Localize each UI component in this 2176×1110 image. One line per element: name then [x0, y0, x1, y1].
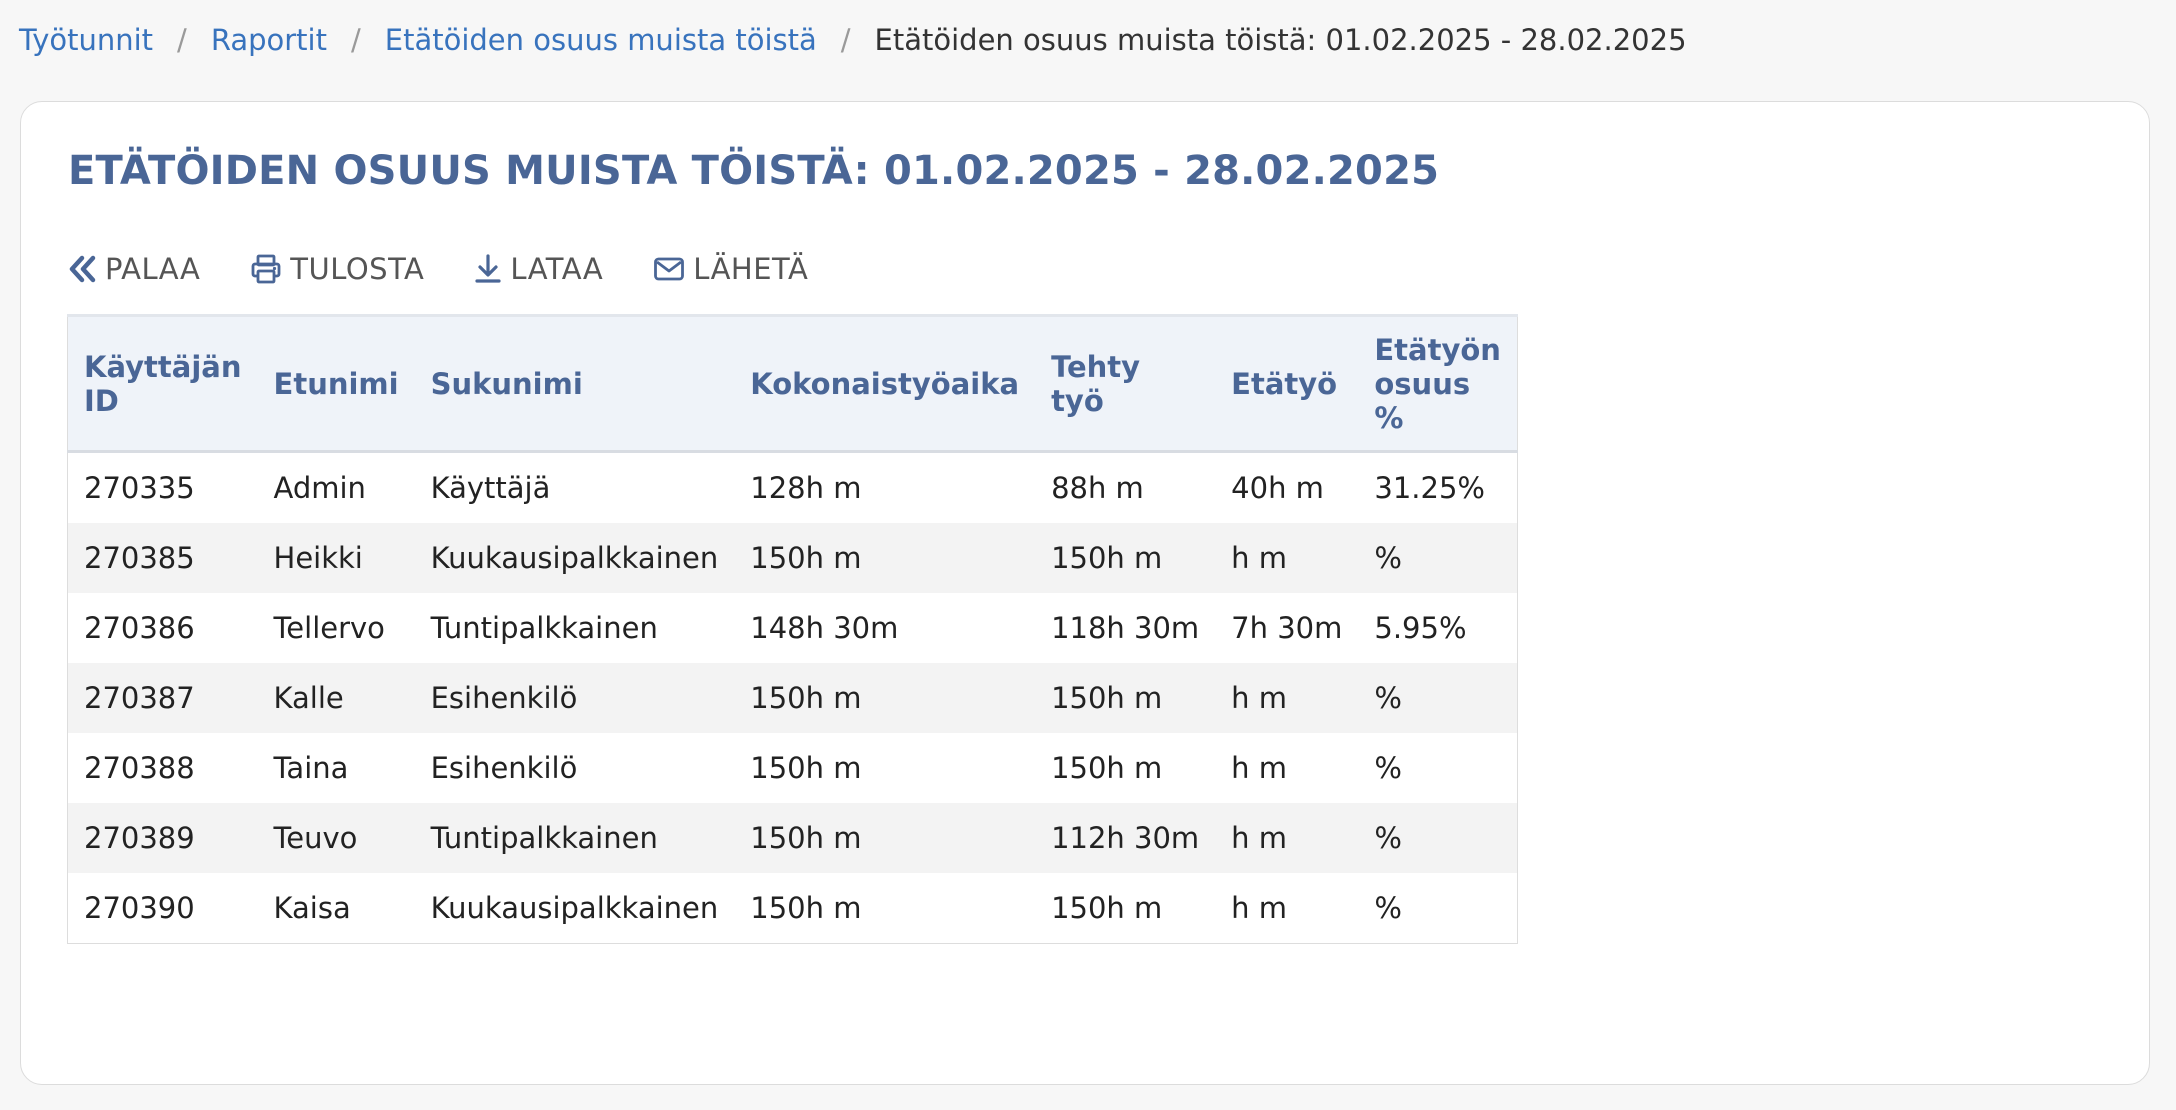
cell-first-name: Teuvo	[273, 821, 358, 855]
column-header-remote-work[interactable]: Etätyö	[1215, 314, 1359, 453]
column-header-last-name[interactable]: Sukunimi	[414, 314, 735, 453]
download-icon	[474, 253, 502, 285]
double-chevron-left-icon	[67, 254, 97, 284]
cell-work-done: 150h m	[1051, 681, 1163, 715]
cell-remote-share: %	[1374, 821, 1402, 855]
download-button-label: LATAA	[510, 252, 604, 286]
column-header-first-name[interactable]: Etunimi	[257, 314, 415, 453]
column-header-remote-share[interactable]: Etätyön osuus %	[1358, 314, 1518, 453]
cell-work-done: 88h m	[1051, 471, 1144, 505]
table-row: 270388 Taina Esihenkilö 150h m 150h m h …	[67, 733, 1518, 803]
cell-total-hours: 150h m	[750, 751, 862, 785]
breadcrumb: Työtunnit / Raportit / Etätöiden osuus m…	[19, 18, 1687, 62]
breadcrumb-separator: /	[840, 23, 851, 57]
cell-last-name: Kuukausipalkkainen	[430, 541, 719, 575]
cell-remote-share: 31.25%	[1374, 471, 1485, 505]
download-button[interactable]: LATAA	[474, 252, 603, 286]
breadcrumb-link-tyotunnit[interactable]: Työtunnit	[19, 23, 153, 57]
column-header-user-id[interactable]: Käyttäjän ID	[67, 314, 258, 453]
cell-remote-work: 40h m	[1231, 471, 1324, 505]
cell-remote-work: 7h 30m	[1231, 611, 1343, 645]
send-button[interactable]: LÄHETÄ	[653, 252, 808, 286]
cell-work-done: 112h 30m	[1051, 821, 1200, 855]
cell-remote-work: h m	[1231, 541, 1288, 575]
breadcrumb-separator: /	[177, 23, 187, 57]
cell-user-id: 270335	[84, 471, 195, 505]
cell-user-id: 270389	[84, 821, 195, 855]
back-button-label: PALAA	[105, 252, 201, 286]
cell-last-name: Tuntipalkkainen	[430, 821, 658, 855]
cell-remote-share: %	[1374, 751, 1402, 785]
cell-remote-share: %	[1374, 541, 1402, 575]
cell-remote-work: h m	[1231, 681, 1288, 715]
cell-remote-work: h m	[1231, 821, 1288, 855]
cell-user-id: 270388	[84, 751, 195, 785]
table-row: 270335 Admin Käyttäjä 128h m 88h m 40h m…	[67, 451, 1518, 523]
column-header-total-hours[interactable]: Kokonaistyöaika	[734, 314, 1036, 453]
cell-last-name: Esihenkilö	[430, 751, 578, 785]
breadcrumb-current: Etätöiden osuus muista töistä: 01.02.202…	[874, 23, 1687, 57]
cell-total-hours: 150h m	[750, 891, 862, 925]
table-row: 270385 Heikki Kuukausipalkkainen 150h m …	[67, 523, 1518, 593]
table-row: 270389 Teuvo Tuntipalkkainen 150h m 112h…	[67, 803, 1518, 873]
page-title: ETÄTÖIDEN OSUUS MUISTA TÖISTÄ: 01.02.202…	[68, 148, 1440, 194]
cell-work-done: 150h m	[1051, 891, 1163, 925]
cell-first-name: Admin	[273, 471, 366, 505]
breadcrumb-separator: /	[350, 23, 361, 57]
cell-user-id: 270386	[84, 611, 195, 645]
cell-total-hours: 150h m	[750, 681, 862, 715]
table-row: 270387 Kalle Esihenkilö 150h m 150h m h …	[67, 663, 1518, 733]
cell-work-done: 118h 30m	[1051, 611, 1200, 645]
print-button[interactable]: TULOSTA	[250, 252, 424, 286]
cell-remote-share: 5.95%	[1374, 611, 1467, 645]
cell-first-name: Tellervo	[273, 611, 385, 645]
cell-first-name: Kaisa	[273, 891, 351, 925]
cell-work-done: 150h m	[1051, 541, 1163, 575]
cell-remote-work: h m	[1231, 891, 1288, 925]
cell-last-name: Esihenkilö	[430, 681, 578, 715]
cell-user-id: 270385	[84, 541, 195, 575]
report-card: ETÄTÖIDEN OSUUS MUISTA TÖISTÄ: 01.02.202…	[20, 101, 2150, 1085]
cell-user-id: 270387	[84, 681, 195, 715]
envelope-icon	[653, 255, 685, 283]
cell-total-hours: 128h m	[750, 471, 862, 505]
cell-first-name: Taina	[273, 751, 349, 785]
printer-icon	[250, 253, 282, 285]
table-row: 270386 Tellervo Tuntipalkkainen 148h 30m…	[67, 593, 1518, 663]
send-button-label: LÄHETÄ	[693, 252, 809, 286]
cell-total-hours: 150h m	[750, 821, 862, 855]
cell-remote-share: %	[1374, 681, 1402, 715]
table-row: 270390 Kaisa Kuukausipalkkainen 150h m 1…	[67, 873, 1518, 944]
cell-first-name: Kalle	[273, 681, 344, 715]
report-table: Käyttäjän ID Etunimi Sukunimi Kokonaisty…	[67, 314, 1518, 944]
cell-user-id: 270390	[84, 891, 195, 925]
report-toolbar: PALAA TULOSTA LATAA LÄHETÄ	[67, 248, 858, 290]
cell-last-name: Tuntipalkkainen	[430, 611, 658, 645]
cell-total-hours: 150h m	[750, 541, 862, 575]
cell-total-hours: 148h 30m	[750, 611, 899, 645]
cell-remote-share: %	[1374, 891, 1402, 925]
table-header-row: Käyttäjän ID Etunimi Sukunimi Kokonaisty…	[67, 314, 1518, 453]
breadcrumb-link-report[interactable]: Etätöiden osuus muista töistä	[385, 23, 817, 57]
cell-first-name: Heikki	[273, 541, 363, 575]
cell-remote-work: h m	[1231, 751, 1288, 785]
breadcrumb-link-raportit[interactable]: Raportit	[211, 23, 327, 57]
cell-last-name: Kuukausipalkkainen	[430, 891, 719, 925]
cell-last-name: Käyttäjä	[430, 471, 551, 505]
column-header-work-done[interactable]: Tehty työ	[1035, 314, 1216, 453]
print-button-label: TULOSTA	[290, 252, 425, 286]
cell-work-done: 150h m	[1051, 751, 1163, 785]
back-button[interactable]: PALAA	[67, 252, 200, 286]
